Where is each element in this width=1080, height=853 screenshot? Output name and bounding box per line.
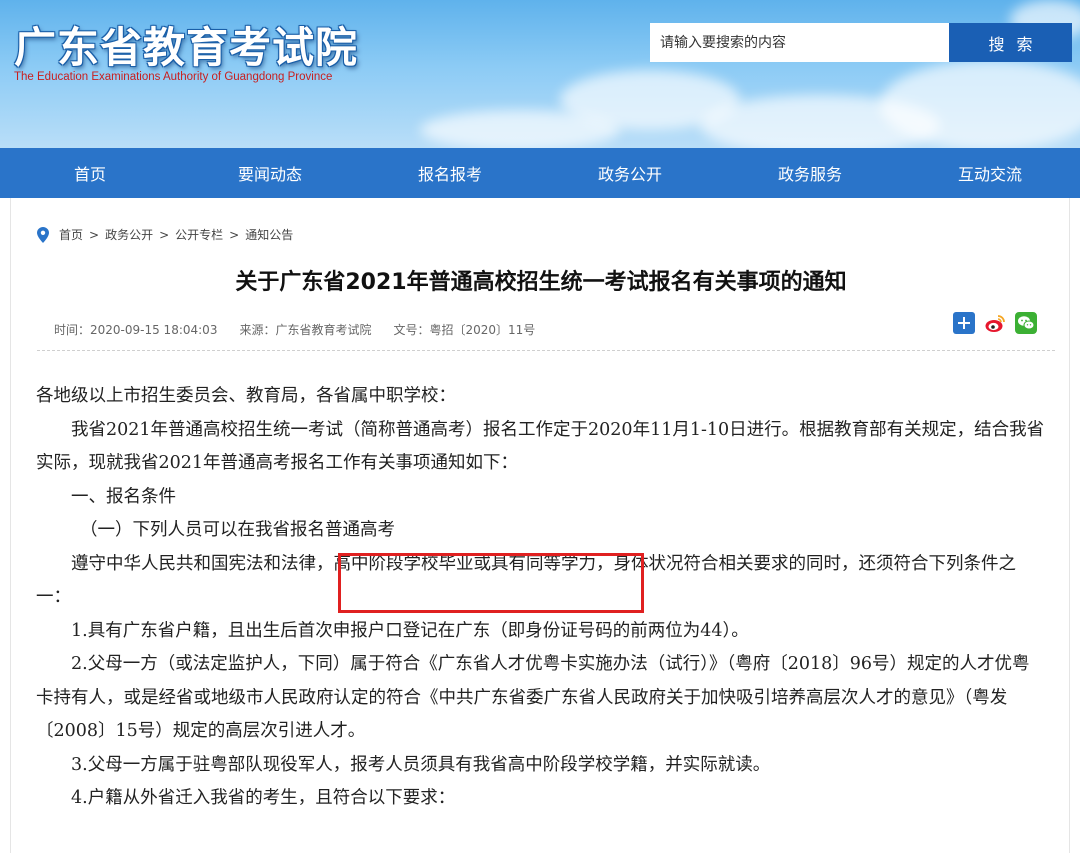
location-pin-icon — [37, 226, 49, 243]
breadcrumb-separator: > — [89, 227, 100, 242]
site-logo-subtitle: The Education Examinations Authority of … — [14, 71, 333, 83]
share-bar — [953, 312, 1037, 334]
nav-item-home[interactable]: 首页 — [0, 148, 180, 198]
cloud-decoration — [880, 60, 1080, 148]
paragraph: 我省2021年普通高校招生统一考试（简称普通高考）报名工作定于2020年11月1… — [36, 419, 1045, 474]
article-body: 各地级以上市招生委员会、教育局，各省属中职学校： 我省2021年普通高校招生统一… — [36, 380, 1046, 816]
breadcrumb-public-column[interactable]: 公开专栏 — [175, 226, 223, 243]
article-meta: 时间：2020-09-15 18:04:03 来源：广东省教育考试院 文号：粤招… — [54, 321, 535, 338]
list-item: 1.具有广东省户籍，且出生后首次申报户口登记在广东（即身份证号码的前两位为44）… — [71, 620, 749, 641]
weibo-icon[interactable] — [984, 312, 1006, 334]
salutation: 各地级以上市招生委员会、教育局，各省属中职学校： — [36, 386, 456, 406]
breadcrumb-government-affairs[interactable]: 政务公开 — [105, 226, 153, 243]
breadcrumb-home[interactable]: 首页 — [59, 226, 83, 243]
nav-item-interaction[interactable]: 互动交流 — [900, 148, 1080, 198]
site-header: 广东省教育考试院 The Education Examinations Auth… — [0, 0, 1080, 148]
subsection-heading: （一）下列人员可以在我省报名普通高考 — [80, 520, 395, 540]
paragraph: 遵守中华人民共和国宪法和法律，高中阶段学校毕业或具有同等学力，身体状况符合相关要… — [36, 548, 1046, 615]
highlighted-text: 高中阶段学校毕业或具有同等学力 — [333, 553, 597, 574]
list-item: 3.父母一方属于驻粤部队现役军人，报考人员须具有我省高中阶段学校学籍，并实际就读… — [71, 754, 771, 775]
search-input[interactable] — [650, 23, 949, 62]
publish-time: 时间：2020-09-15 18:04:03 — [54, 323, 218, 337]
breadcrumb-notices[interactable]: 通知公告 — [245, 226, 293, 243]
section-heading: 一、报名条件 — [71, 486, 176, 507]
nav-item-registration[interactable]: 报名报考 — [360, 148, 540, 198]
document-number: 文号：粤招〔2020〕11号 — [393, 323, 536, 337]
site-logo-title[interactable]: 广东省教育考试院 — [14, 14, 358, 75]
cloud-decoration — [420, 110, 620, 148]
list-item: 4.户籍从外省迁入我省的考生，且符合以下要求： — [71, 788, 456, 808]
main-nav: 首页 要闻动态 报名报考 政务公开 政务服务 互动交流 — [0, 148, 1080, 198]
list-item: 2.父母一方（或法定监护人，下同）属于符合《广东省人才优粤卡实施办法（试行）》（… — [36, 654, 1030, 741]
nav-item-government-services[interactable]: 政务服务 — [720, 148, 900, 198]
text-span: 遵守中华人民共和国宪法和法律， — [71, 553, 334, 574]
nav-item-news[interactable]: 要闻动态 — [180, 148, 360, 198]
wechat-icon[interactable] — [1015, 312, 1037, 334]
article-source: 来源：广东省教育考试院 — [239, 323, 372, 337]
meta-divider — [37, 350, 1055, 351]
breadcrumb: 首页 > 政务公开 > 公开专栏 > 通知公告 — [37, 226, 293, 243]
article-title: 关于广东省2021年普通高校招生统一考试报名有关事项的通知 — [235, 270, 847, 295]
nav-item-government-affairs[interactable]: 政务公开 — [540, 148, 720, 198]
breadcrumb-separator: > — [159, 227, 170, 242]
breadcrumb-separator: > — [229, 227, 240, 242]
plus-icon[interactable] — [953, 312, 975, 334]
search-button[interactable]: 搜索 — [949, 23, 1072, 62]
